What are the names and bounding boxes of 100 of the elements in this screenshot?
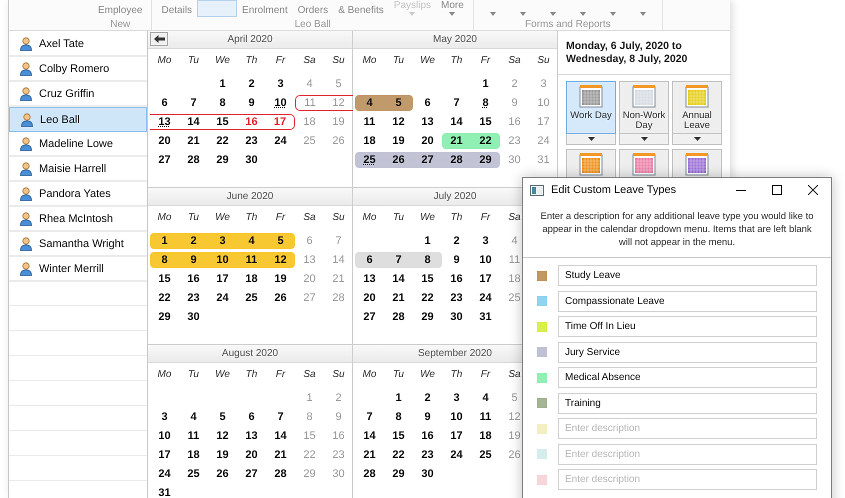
color-swatch[interactable]	[537, 398, 547, 408]
date-number[interactable]: 27	[158, 154, 171, 166]
date-number[interactable]: 23	[245, 134, 258, 146]
date-number[interactable]: 18	[363, 134, 376, 146]
date-number[interactable]: 14	[274, 430, 287, 442]
date-number[interactable]: 4	[190, 410, 197, 422]
date-number[interactable]: 4	[482, 392, 489, 404]
input-field[interactable]: Study Leave	[558, 265, 817, 286]
date-number[interactable]: 19	[392, 134, 405, 146]
date-cell[interactable]: 4	[355, 94, 384, 110]
employee-list-item[interactable]: Rhea McIntosh	[9, 207, 147, 232]
date-number[interactable]: 1	[482, 78, 489, 90]
date-cell[interactable]: 1	[150, 232, 179, 248]
date-number[interactable]: 2	[453, 234, 460, 246]
date-number[interactable]: 25	[245, 292, 258, 304]
date-cell[interactable]: 7	[384, 252, 413, 268]
date-number[interactable]: 16	[421, 430, 434, 442]
color-swatch[interactable]	[537, 296, 547, 306]
date-number[interactable]: 23	[421, 448, 434, 460]
date-number[interactable]: 13	[421, 116, 434, 128]
employee-list-item[interactable]: Colby Romero	[9, 57, 147, 82]
day-type-button[interactable]: Work Day	[566, 81, 616, 134]
date-number[interactable]: 2	[248, 78, 255, 90]
date-number[interactable]: 7	[366, 410, 373, 422]
date-cell[interactable]: 29	[471, 152, 500, 168]
date-number[interactable]: 27	[363, 310, 376, 322]
date-number[interactable]: 8	[395, 410, 402, 422]
date-number[interactable]: 16	[450, 272, 463, 284]
day-type-button[interactable]: Annual Leave	[672, 81, 722, 134]
date-number[interactable]: 15	[479, 116, 492, 128]
date-cell[interactable]: 11	[237, 252, 266, 268]
date-number[interactable]: 20	[421, 134, 434, 146]
date-number[interactable]: 1	[424, 234, 431, 246]
date-cell[interactable]: 25	[355, 152, 384, 168]
date-number[interactable]: 10	[479, 254, 492, 266]
date-number[interactable]: 12	[216, 430, 229, 442]
date-number[interactable]: 10	[158, 430, 171, 442]
date-number[interactable]: 11	[480, 410, 492, 422]
date-cell[interactable]: 17	[266, 114, 295, 130]
date-number[interactable]: 15	[421, 272, 434, 284]
date-number[interactable]: 28	[392, 310, 405, 322]
date-number[interactable]: 28	[187, 154, 200, 166]
date-cell[interactable]: 22	[471, 132, 500, 148]
color-swatch[interactable]	[537, 474, 547, 484]
date-number[interactable]: 18	[245, 272, 258, 284]
date-number[interactable]: 24	[479, 292, 492, 304]
date-number[interactable]: 20	[158, 134, 171, 146]
date-number[interactable]: 22	[392, 448, 405, 460]
employee-list-item[interactable]: Leo Ball	[9, 107, 147, 132]
date-number[interactable]: 14	[363, 430, 376, 442]
date-cell[interactable]: 21	[442, 132, 471, 148]
employee-list-item[interactable]: Samantha Wright	[9, 232, 147, 257]
input-field[interactable]: Time Off In Lieu	[558, 316, 817, 337]
date-number[interactable]: 10	[274, 96, 287, 108]
date-cell[interactable]: 10	[208, 252, 237, 268]
date-cell[interactable]: 8	[413, 252, 442, 268]
dropdown-button[interactable]	[672, 134, 722, 145]
date-number[interactable]: 6	[248, 410, 255, 422]
date-number[interactable]: 29	[216, 154, 229, 166]
date-cell[interactable]: 3	[208, 232, 237, 248]
date-number[interactable]: 3	[161, 410, 168, 422]
date-cell[interactable]: 14	[179, 114, 208, 130]
employee-list-item[interactable]: Winter Merrill	[9, 257, 147, 282]
date-number[interactable]: 29	[158, 310, 171, 322]
date-number[interactable]: 25	[479, 448, 492, 460]
date-cell[interactable]: 2	[179, 232, 208, 248]
dropdown-button[interactable]	[566, 134, 616, 145]
previous-button[interactable]	[150, 32, 168, 46]
date-number[interactable]: 9	[453, 254, 460, 266]
date-number[interactable]: 24	[274, 134, 287, 146]
employee-list-item[interactable]: Maisie Harrell	[9, 157, 147, 182]
date-number[interactable]: 24	[158, 468, 171, 480]
input-field[interactable]: Medical Absence	[558, 367, 817, 388]
input-field[interactable]: Jury Service	[558, 342, 817, 362]
date-number[interactable]: 22	[158, 292, 171, 304]
date-number[interactable]: 13	[363, 272, 376, 284]
date-number[interactable]: 7	[190, 96, 197, 108]
input-field[interactable]: Training	[558, 392, 817, 414]
date-number[interactable]: 29	[421, 310, 434, 322]
date-number[interactable]: 20	[245, 448, 258, 460]
date-number[interactable]: 6	[424, 96, 431, 108]
date-number[interactable]: 22	[421, 292, 434, 304]
date-cell[interactable]: 9	[179, 252, 208, 268]
date-number[interactable]: 19	[274, 272, 287, 284]
color-swatch[interactable]	[537, 424, 547, 434]
date-number[interactable]: 3	[482, 234, 489, 246]
color-swatch[interactable]	[537, 449, 547, 459]
date-number[interactable]: 28	[363, 468, 376, 480]
date-number[interactable]: 30	[450, 310, 463, 322]
date-number[interactable]: 29	[392, 468, 405, 480]
date-number[interactable]: 15	[158, 272, 171, 284]
date-number[interactable]: 21	[187, 134, 200, 146]
date-number[interactable]: 3	[453, 392, 460, 404]
date-cell[interactable]: 15	[208, 114, 237, 130]
date-number[interactable]: 14	[392, 272, 405, 284]
date-cell[interactable]: 13	[150, 114, 179, 130]
date-number[interactable]: 5	[219, 410, 226, 422]
date-number[interactable]: 17	[450, 430, 463, 442]
date-number[interactable]: 26	[274, 292, 287, 304]
date-number[interactable]: 21	[363, 448, 376, 460]
